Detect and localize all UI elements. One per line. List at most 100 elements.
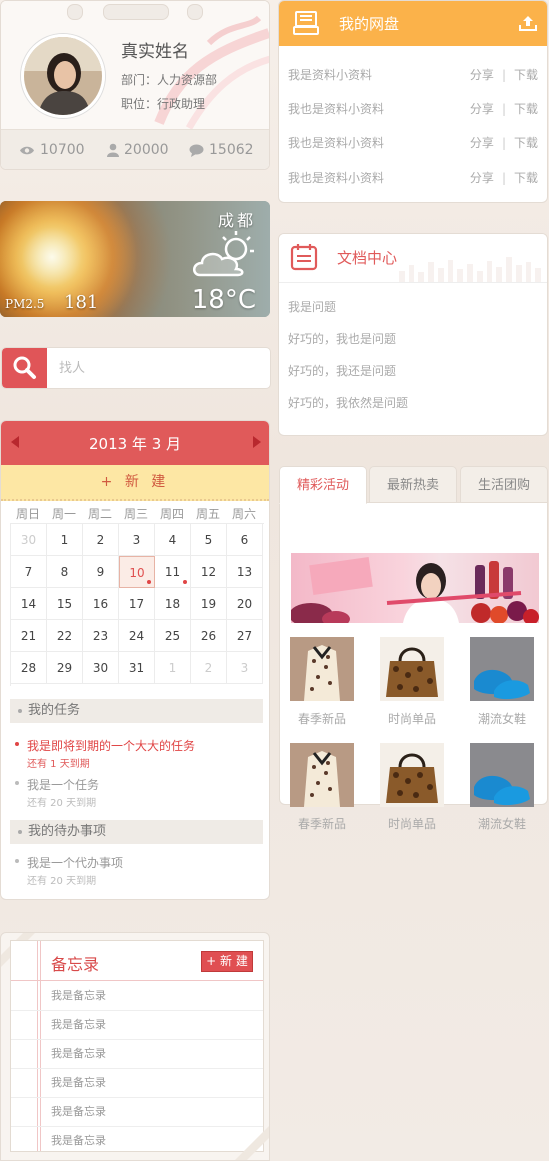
search-button[interactable] [2,348,47,388]
share-link[interactable]: 分享 [470,68,494,82]
todo-item[interactable]: 我是一个代办事项 还有 20 天到期 [27,854,123,887]
product-label[interactable]: 时尚单品 [372,710,452,727]
product-image-shoes[interactable] [470,637,534,701]
weekday-label: 周六 [231,507,256,521]
product-image-shoes[interactable] [470,743,534,807]
download-link[interactable]: 下载 [514,68,538,82]
file-row[interactable]: 我是资料小资料 分享 | 下载 [288,66,538,83]
calendar-doc-icon [290,244,318,271]
product-label[interactable]: 春季新品 [282,710,362,727]
file-name[interactable]: 我是资料小资料 [288,68,372,82]
calendar-day[interactable]: 3 [119,524,155,556]
memo-item[interactable]: 我是备忘录 [11,1126,263,1155]
product-image-handbag[interactable] [380,637,444,701]
calendar-day[interactable]: 12 [191,556,227,588]
calendar-header: 2013 年 3 月 [1,421,269,465]
file-row[interactable]: 我也是资料小资料 分享 | 下载 [288,134,538,151]
activity-card: 精彩活动 最新热卖 生活团购 春季新品 时尚单品 潮流女鞋 春季新品 时尚单品 … [278,464,548,831]
comments-stat[interactable]: 15062 [189,142,254,158]
search-input[interactable] [57,356,261,380]
new-event-button[interactable]: + 新 建 [1,465,269,501]
calendar-month-title: 2013 年 3 月 [88,435,182,453]
promo-banner[interactable] [291,553,539,623]
avatar[interactable] [21,34,105,118]
people-search [1,347,271,389]
doc-item[interactable]: 好巧的，我也是问题 [288,330,396,347]
file-name[interactable]: 我也是资料小资料 [288,102,384,116]
calendar-day[interactable]: 30 [83,652,119,684]
doc-item[interactable]: 好巧的，我依然是问题 [288,394,408,411]
calendar-day[interactable]: 5 [191,524,227,556]
memo-item[interactable]: 我是备忘录 [11,981,263,1011]
calendar-day[interactable]: 18 [155,588,191,620]
calendar-day[interactable]: 17 [119,588,155,620]
calendar-day[interactable]: 9 [83,556,119,588]
memo-item[interactable]: 我是备忘录 [11,1097,263,1127]
doc-item[interactable]: 好巧的，我还是问题 [288,362,396,379]
upload-icon[interactable] [519,15,537,31]
file-name[interactable]: 我也是资料小资料 [288,136,384,150]
calendar-day[interactable]: 2 [191,652,227,684]
calendar-day[interactable]: 4 [155,524,191,556]
download-link[interactable]: 下载 [514,136,538,150]
calendar-day[interactable]: 1 [47,524,83,556]
calendar-day[interactable]: 16 [83,588,119,620]
memo-item[interactable]: 我是备忘录 [11,1010,263,1040]
new-memo-button[interactable]: + 新 建 [201,951,253,972]
calendar-day[interactable]: 13 [227,556,263,588]
calendar-day[interactable]: 22 [47,620,83,652]
calendar-day[interactable]: 28 [11,652,47,684]
product-image-blouse[interactable] [290,637,354,701]
file-name[interactable]: 我也是资料小资料 [288,171,384,185]
download-link[interactable]: 下载 [514,171,538,185]
calendar-day[interactable]: 25 [155,620,191,652]
weather-widget[interactable]: 成都 PM2.5 181 18°C [0,201,270,317]
calendar-day[interactable]: 21 [11,620,47,652]
next-month-icon[interactable] [253,436,261,448]
product-image-handbag[interactable] [380,743,444,807]
memo-item[interactable]: 我是备忘录 [11,1039,263,1069]
tab-hot-sale[interactable]: 最新热卖 [369,466,457,504]
views-stat[interactable]: 10700 [19,142,85,158]
tab-group-buy[interactable]: 生活团购 [460,466,548,504]
todos-heading: 我的待办事项 [10,820,263,844]
download-link[interactable]: 下载 [514,102,538,116]
calendar-day[interactable]: 26 [191,620,227,652]
followers-stat[interactable]: 20000 [107,142,169,158]
product-label[interactable]: 潮流女鞋 [462,710,542,727]
calendar-day[interactable]: 23 [83,620,119,652]
calendar-day[interactable]: 31 [119,652,155,684]
task-item[interactable]: 我是一个任务 还有 20 天到期 [27,776,99,809]
calendar-day[interactable]: 6 [227,524,263,556]
calendar-day[interactable]: 1 [155,652,191,684]
product-label[interactable]: 春季新品 [282,815,362,832]
calendar-day[interactable]: 14 [11,588,47,620]
netdisk-card: 我的网盘 我是资料小资料 分享 | 下载 我也是资料小资料 分享 | 下载 我也是资料小… [278,0,548,203]
memo-item[interactable]: 我是备忘录 [11,1068,263,1098]
calendar-day[interactable]: 3 [227,652,263,684]
share-link[interactable]: 分享 [470,102,494,116]
calendar-day[interactable]: 2 [83,524,119,556]
calendar-day[interactable]: 27 [227,620,263,652]
calendar-day[interactable]: 7 [11,556,47,588]
eye-icon [20,146,34,154]
product-label[interactable]: 时尚单品 [372,815,452,832]
user-icon [107,143,119,157]
calendar-day[interactable]: 15 [47,588,83,620]
calendar-day[interactable]: 19 [191,588,227,620]
task-item[interactable]: 我是即将到期的一个大大的任务 还有 1 天到期 [27,737,195,770]
calendar-day[interactable]: 30 [11,524,47,556]
tab-featured[interactable]: 精彩活动 [279,466,367,504]
doc-item[interactable]: 我是问题 [288,298,336,315]
product-image-blouse[interactable] [290,743,354,807]
share-link[interactable]: 分享 [470,136,494,150]
calendar-day[interactable]: 24 [119,620,155,652]
calendar-day[interactable]: 8 [47,556,83,588]
calendar-day[interactable]: 29 [47,652,83,684]
share-link[interactable]: 分享 [470,171,494,185]
temperature: 18°C [191,285,256,315]
calendar-day[interactable]: 20 [227,588,263,620]
product-label[interactable]: 潮流女鞋 [462,815,542,832]
file-row[interactable]: 我也是资料小资料 分享 | 下载 [288,100,538,117]
file-row[interactable]: 我也是资料小资料 分享 | 下载 [288,169,538,186]
